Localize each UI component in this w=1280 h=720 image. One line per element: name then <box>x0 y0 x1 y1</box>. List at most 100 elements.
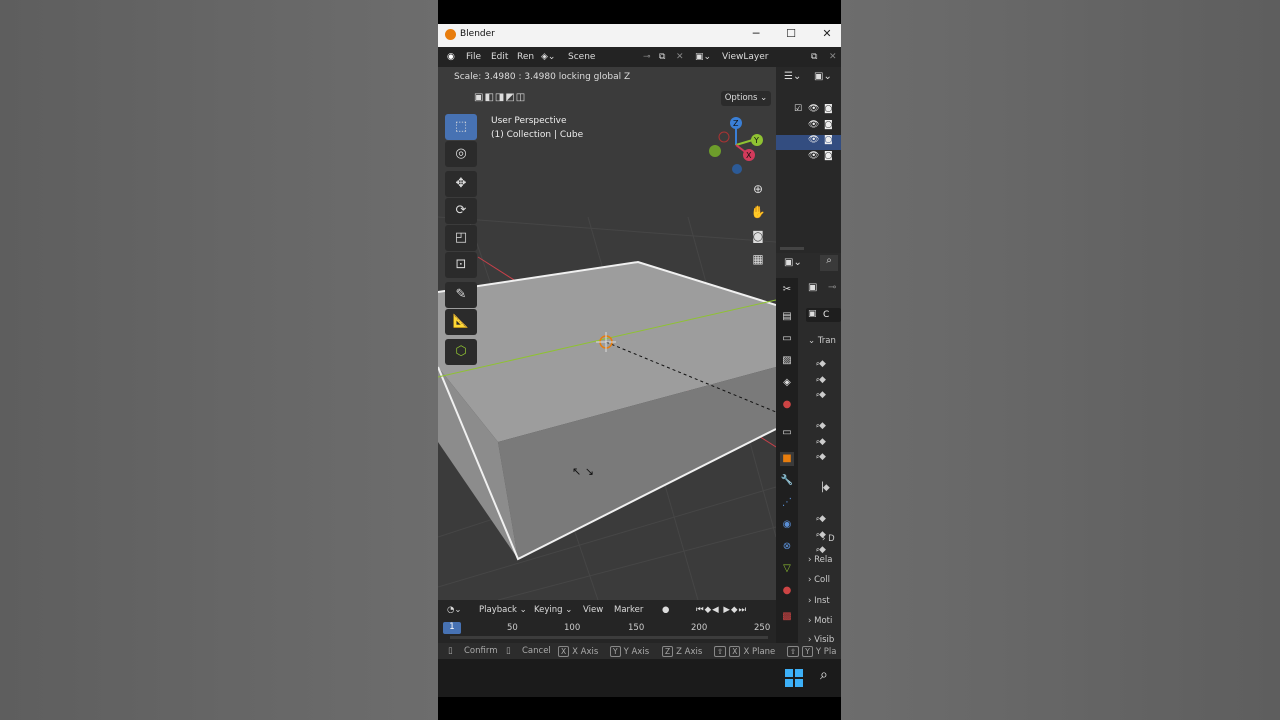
zoom-icon[interactable]: ⊕ <box>748 179 768 199</box>
gizmo-neg-x-icon[interactable] <box>718 131 730 143</box>
scene-tab-icon[interactable]: ◈ <box>780 376 794 390</box>
measure-tool-icon[interactable]: 📐 <box>445 309 477 335</box>
annotate-tool-icon[interactable]: ✎ <box>445 282 477 308</box>
object-icon: ▣ <box>808 309 817 319</box>
add-cube-tool-icon[interactable]: ⬡ <box>445 339 477 365</box>
render-tab-icon[interactable]: ▤ <box>780 310 794 324</box>
playback-label: Playback <box>479 605 517 615</box>
blender-menu-icon[interactable]: ◉ <box>447 52 455 62</box>
pin-icon[interactable]: ⊸ <box>828 282 836 293</box>
physics-tab-icon[interactable]: ◉ <box>780 518 794 532</box>
close-button[interactable]: ✕ <box>817 27 837 40</box>
current-frame-indicator[interactable]: 1 <box>443 622 461 634</box>
object-tab-icon[interactable]: ■ <box>780 452 794 466</box>
keying-menu[interactable]: Keying ⌄ <box>534 605 572 615</box>
transform-tool-icon[interactable]: ⊡ <box>445 252 477 278</box>
start-menu-icon[interactable] <box>785 669 803 687</box>
y-plane-label: Y Pla <box>815 647 837 657</box>
render-camera-icon[interactable]: ◙ <box>824 135 833 145</box>
scale-tool-icon[interactable]: ◰ <box>445 225 477 251</box>
3d-viewport[interactable]: ↖ ↘ Scale: 3.4980 : 3.4980 locking globa… <box>438 67 776 600</box>
pin-icon[interactable]: ⊸ <box>643 52 651 62</box>
navigation-gizmo[interactable]: Z Y X <box>704 115 764 177</box>
material-tab-icon[interactable]: ● <box>780 584 794 598</box>
maximize-button[interactable]: ☐ <box>781 27 801 40</box>
view-layer-name[interactable]: ViewLayer <box>722 52 768 62</box>
taskbar-search-icon[interactable]: ⌕ <box>820 667 828 683</box>
world-tab-icon[interactable]: ● <box>780 398 794 412</box>
options-dropdown[interactable]: Options ⌄ <box>721 91 771 106</box>
record-keyframe-icon[interactable]: ● <box>662 605 669 615</box>
visibility-eye-icon[interactable]: 👁 <box>808 120 819 130</box>
texture-tab-icon[interactable]: ▩ <box>780 610 794 624</box>
move-tool-icon[interactable]: ✥ <box>445 171 477 197</box>
modifier-tab-icon[interactable]: 🔧 <box>780 474 794 488</box>
playback-menu[interactable]: Playback ⌄ <box>479 605 527 615</box>
view-menu[interactable]: View <box>583 605 603 615</box>
outliner-row-collection[interactable]: ☑ 👁 ◙ <box>776 104 841 118</box>
y-axis-label: Y Axis <box>623 647 650 657</box>
render-camera-icon[interactable]: ◙ <box>824 104 833 114</box>
marker-menu[interactable]: Marker <box>614 605 643 615</box>
os-taskbar: ⌕ <box>438 659 841 697</box>
delete-view-layer-icon[interactable]: ✕ <box>829 52 837 62</box>
new-view-layer-icon[interactable]: ⧉ <box>811 52 817 62</box>
selection-mode-icons[interactable]: ▣◧◨◩◫ <box>474 92 526 103</box>
properties-editor-type-icon[interactable]: ▣⌄ <box>784 257 802 268</box>
outliner-filter-icon[interactable]: ▣⌄ <box>814 71 832 82</box>
scene-name[interactable]: Scene <box>568 52 595 62</box>
select-box-tool-icon[interactable]: ⬚ <box>445 114 477 140</box>
render-camera-icon[interactable]: ◙ <box>824 151 833 161</box>
gizmo-neg-y-icon[interactable] <box>709 145 721 157</box>
outliner-row-light[interactable]: 👁 ◙ <box>776 151 841 165</box>
outliner-scrollbar[interactable] <box>780 247 804 250</box>
delta-transform-header[interactable]: › D <box>822 534 835 544</box>
transform-label: Tran <box>817 336 836 346</box>
relations-header[interactable]: › Rela <box>808 555 832 565</box>
instancing-header[interactable]: › Inst <box>808 596 830 606</box>
collections-header[interactable]: › Coll <box>808 575 830 585</box>
new-scene-icon[interactable]: ⧉ <box>659 52 665 62</box>
checkbox-icon[interactable]: ☑ <box>794 104 802 114</box>
transform-keyframe-icons[interactable]: ⸗◆ ⸗◆ ⸗◆ ⸗◆ ⸗◆ ⸗◆ ▕◆ ⸗◆ ⸗◆ ⸗◆ <box>816 357 830 559</box>
timeline-scrollbar[interactable] <box>450 636 768 639</box>
file-menu[interactable]: File <box>466 52 481 62</box>
view-layer-icon[interactable]: ▣⌄ <box>695 52 711 62</box>
shift-key: ⇧ <box>714 646 727 657</box>
visibility-eye-icon[interactable]: 👁 <box>808 104 819 114</box>
cursor-tool-icon[interactable]: ◎ <box>445 141 477 167</box>
pan-hand-icon[interactable]: ✋ <box>748 202 768 222</box>
visibility-eye-icon[interactable]: 👁 <box>808 135 819 145</box>
collection-tab-icon[interactable]: ▭ <box>780 426 794 440</box>
visibility-eye-icon[interactable]: 👁 <box>808 151 819 161</box>
transform-panel-header[interactable]: ⌄ Tran <box>808 336 836 346</box>
render-menu[interactable]: Ren <box>517 52 534 62</box>
camera-view-icon[interactable]: ◙ <box>748 226 768 246</box>
delete-scene-icon[interactable]: ✕ <box>676 52 684 62</box>
gizmo-z-label: Z <box>733 119 739 128</box>
gizmo-neg-z-icon[interactable] <box>732 164 742 174</box>
object-name-field[interactable]: ▣ C <box>806 308 841 322</box>
rotate-tool-icon[interactable]: ⟳ <box>445 198 477 224</box>
frame-tick-150: 150 <box>628 623 645 633</box>
tool-tab-icon[interactable]: ✂ <box>780 283 794 297</box>
playback-controls[interactable]: ⏮◆◀ ▶◆⏭ <box>696 605 747 615</box>
outliner-display-mode-icon[interactable]: ☰⌄ <box>784 71 801 82</box>
data-tab-icon[interactable]: ▽ <box>780 562 794 576</box>
timeline-editor-type-icon[interactable]: ◔⌄ <box>447 605 462 615</box>
outliner-row-cube-selected[interactable]: 👁 ◙ <box>776 135 841 150</box>
perspective-toggle-icon[interactable]: ▦ <box>748 249 768 269</box>
view-layer-tab-icon[interactable]: ▨ <box>780 354 794 368</box>
properties-search-icon[interactable]: ⌕ <box>820 255 838 271</box>
constraints-tab-icon[interactable]: ⊗ <box>780 540 794 554</box>
output-tab-icon[interactable]: ▭ <box>780 332 794 346</box>
minimize-button[interactable]: ─ <box>746 27 766 40</box>
particles-tab-icon[interactable]: ⋰ <box>780 496 794 510</box>
render-camera-icon[interactable]: ◙ <box>824 120 833 130</box>
scene-selector-icon[interactable]: ◈⌄ <box>541 52 555 62</box>
edit-menu[interactable]: Edit <box>491 52 508 62</box>
motion-paths-header[interactable]: › Moti <box>808 616 832 626</box>
outliner-row-camera[interactable]: 👁 ◙ <box>776 120 841 134</box>
properties-tabs: ✂ ▤ ▭ ▨ ◈ ● ▭ ■ 🔧 ⋰ ◉ ⊗ ▽ ● ▩ <box>776 278 798 643</box>
frame-tick-100: 100 <box>564 623 581 633</box>
